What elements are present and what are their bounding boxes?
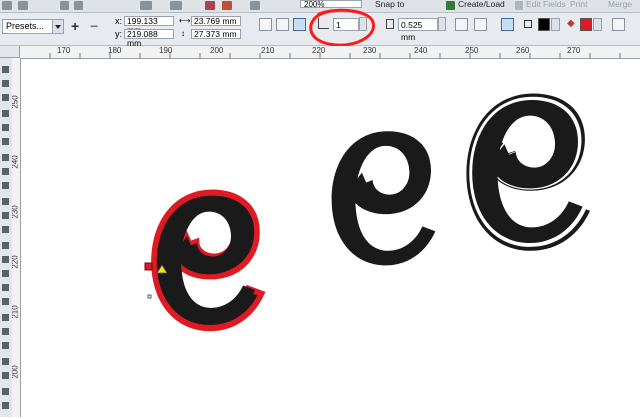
ruler-label: 240 (414, 46, 428, 55)
edit-fields-icon (515, 1, 523, 10)
back-arrow-icon[interactable] (140, 1, 152, 10)
ruler-label: 230 (12, 205, 20, 219)
to-center-contour-button[interactable] (259, 18, 272, 31)
fill-color-swatch[interactable] (580, 18, 592, 31)
y-label: y: (115, 29, 123, 39)
presets-label: Presets... (6, 21, 45, 31)
clockwise-contour-colors-button[interactable] (474, 18, 487, 31)
inside-contour-button[interactable] (276, 18, 289, 31)
import-icon[interactable] (60, 1, 69, 10)
linear-contour-colors-button[interactable] (455, 18, 468, 31)
edit-fields-button[interactable]: Edit Fields (526, 0, 566, 9)
forward-arrow-icon[interactable] (170, 1, 182, 10)
outline-color-swatch[interactable] (538, 18, 550, 31)
object-acceleration-button[interactable] (612, 18, 625, 31)
contour-offset-field[interactable]: 0.525 mm (398, 18, 438, 42)
vertical-ruler[interactable]: 250 240 230 220 210 200 (12, 58, 21, 417)
remove-preset-icon[interactable]: − (90, 19, 98, 33)
outside-contour-button[interactable] (293, 18, 306, 31)
width-icon: ⟷ (179, 16, 191, 25)
ruler-origin[interactable] (0, 46, 20, 58)
contour-start-handle[interactable] (144, 262, 153, 271)
outline-color-dropdown[interactable] (551, 18, 560, 31)
ruler-label: 230 (363, 46, 377, 55)
print-merge-button[interactable]: Print (570, 0, 587, 9)
chevron-down-icon[interactable] (52, 20, 63, 33)
ruler-label: 180 (108, 46, 122, 55)
add-preset-icon[interactable]: + (71, 19, 79, 33)
undo-icon[interactable] (2, 1, 12, 10)
height-field[interactable]: 27.373 mm (191, 29, 241, 39)
snap-to-menu[interactable]: Snap to (375, 0, 404, 9)
zoom-level-field[interactable]: 200% (300, 0, 362, 9)
outlined-contour-glyph[interactable] (466, 93, 591, 251)
fill-color-dropdown[interactable] (593, 18, 602, 31)
y-position-field[interactable]: 219.088 mm (124, 29, 174, 48)
corel-connect-icon[interactable] (222, 1, 232, 10)
selected-contour-glyph[interactable] (154, 193, 262, 329)
ruler-label: 220 (12, 255, 20, 269)
x-position-field[interactable]: 199.133 mm (124, 16, 174, 35)
ruler-label: 190 (159, 46, 173, 55)
redo-icon[interactable] (18, 1, 28, 10)
contour-offset-spinner[interactable] (438, 17, 446, 31)
ruler-label: 220 (312, 46, 326, 55)
ruler-label: 200 (12, 365, 20, 379)
horizontal-ruler[interactable]: 170 180 190 200 210 220 230 240 250 260 … (20, 46, 640, 59)
contour-offset-icon (386, 19, 394, 29)
app-launcher-icon[interactable] (205, 1, 215, 10)
height-icon: ↕ (181, 29, 185, 38)
ruler-label: 240 (12, 155, 20, 169)
fill-color-icon: ◆ (567, 18, 575, 29)
create-load-icon (446, 1, 455, 10)
plain-glyph[interactable] (331, 131, 436, 266)
width-field[interactable]: 23.769 mm (191, 16, 241, 26)
presets-dropdown[interactable]: Presets... (2, 19, 64, 34)
welcome-screen-icon[interactable] (250, 1, 260, 10)
create-load-button[interactable]: Create/Load (458, 0, 505, 9)
annotation-circle (309, 8, 375, 47)
export-icon[interactable] (74, 1, 83, 10)
outline-color-icon (524, 20, 532, 28)
counterclockwise-contour-colors-button[interactable] (501, 18, 514, 31)
ruler-label: 270 (567, 46, 581, 55)
ruler-label: 250 (12, 95, 20, 109)
x-label: x: (115, 16, 123, 26)
merge-button[interactable]: Merge (608, 0, 632, 9)
ruler-label: 250 (465, 46, 479, 55)
ruler-label: 210 (261, 46, 275, 55)
ruler-label: 200 (210, 46, 224, 55)
ruler-label: 260 (516, 46, 530, 55)
ruler-label: 170 (57, 46, 71, 55)
drawing-canvas[interactable] (21, 59, 640, 417)
ruler-label: 210 (12, 305, 20, 319)
node-handle[interactable] (147, 294, 152, 299)
